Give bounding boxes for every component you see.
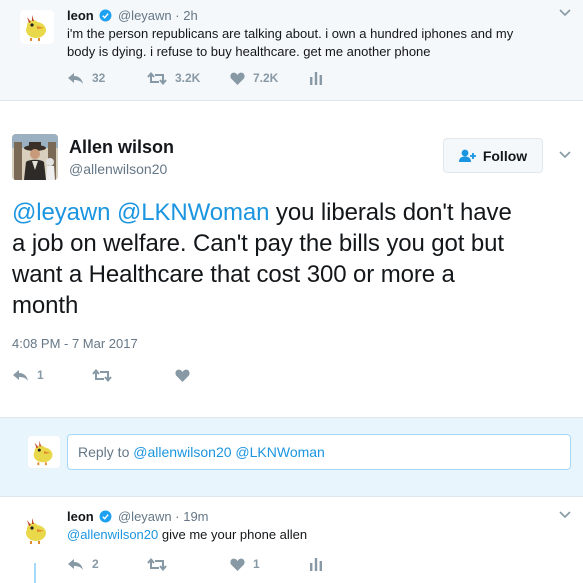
reply-button[interactable]: 2 [67,557,147,571]
tweet-text-line: a job on welfare. Can't pay the bills yo… [12,230,504,257]
reply-count: 1 [37,368,44,382]
main-tweet-actions: 1 [12,368,190,382]
author-name[interactable]: leon [67,8,94,23]
retweet-button[interactable] [92,368,175,382]
tweet-text-line: @leyawn @LKNWoman you liberals don't hav… [12,197,577,228]
bird-avatar-icon [20,10,54,44]
thread-line [34,563,36,583]
analytics-icon [310,71,322,85]
reply-icon [68,72,83,84]
parent-tweet-header: leon @leyawn · 2h [67,8,198,23]
author-handle[interactable]: @leyawn [118,8,172,23]
analytics-icon [310,557,322,571]
tweet-time[interactable]: · 19m [175,509,208,524]
follow-label: Follow [482,147,528,164]
like-button[interactable]: 7.2K [230,71,310,85]
analytics-button[interactable] [310,71,322,85]
reply-composer: Reply to @allenwilson20 @LKNWoman [0,417,583,497]
author-name[interactable]: Allen wilson [69,137,174,158]
reply-count: 2 [92,557,99,571]
author-handle[interactable]: @allenwilson20 [69,161,167,177]
retweet-button[interactable]: 3.2K [147,71,230,85]
retweet-icon [147,557,167,571]
reply-input[interactable]: Reply to @allenwilson20 @LKNWoman [67,434,571,470]
reply-icon [68,558,83,570]
follow-button[interactable]: Follow [443,138,543,173]
retweet-button[interactable] [147,557,230,571]
leon-avatar[interactable] [20,10,54,44]
tweet-time[interactable]: · 2h [175,8,197,23]
current-user-avatar [28,436,60,468]
bird-avatar-icon [28,436,60,468]
parent-tweet[interactable]: leon @leyawn · 2h i'm the person republi… [0,0,583,101]
like-count: 7.2K [253,71,279,85]
parent-tweet-text: i'm the person republicans are talking a… [67,25,577,61]
heart-icon [175,369,190,382]
tweet-text-line: i'm the person republicans are talking a… [67,26,514,41]
tweet-text-line: body is dying. i refuse to buy healthcar… [67,44,431,59]
reply-tweet[interactable]: leon @leyawn · 19m @allenwilson20 give m… [0,497,583,583]
like-button[interactable] [175,369,190,382]
reply-mentions: @allenwilson20 @LKNWoman [133,444,325,460]
retweet-icon [147,71,167,85]
add-user-icon [458,149,476,162]
heart-icon [230,72,245,85]
retweet-count: 3.2K [175,71,201,85]
reply-count: 32 [92,71,106,85]
allen-avatar[interactable] [12,134,58,180]
heart-icon [230,558,245,571]
mention-link[interactable]: @allenwilson20 [67,527,158,542]
like-button[interactable]: 1 [230,557,310,571]
main-tweet: Allen wilson @allenwilson20 Follow @leya… [0,101,583,417]
tweet-text-line: month [12,292,79,319]
verified-badge-icon [99,9,112,22]
verified-badge-icon [99,510,112,523]
leon-avatar[interactable] [20,513,54,547]
profile-photo-icon [12,134,58,180]
bird-avatar-icon [20,513,54,547]
analytics-button[interactable] [310,557,322,571]
reply-button[interactable]: 32 [67,71,147,85]
reply-icon [13,369,28,381]
chevron-down-icon[interactable] [559,511,571,519]
author-handle[interactable]: @leyawn [118,509,172,524]
reply-tweet-actions: 2 1 [67,557,322,571]
tweet-timestamp[interactable]: 4:08 PM - 7 Mar 2017 [12,336,138,351]
reply-placeholder: Reply to [78,444,134,460]
chevron-down-icon[interactable] [559,9,571,17]
like-count: 1 [253,557,260,571]
reply-button[interactable]: 1 [12,368,92,382]
mention-link[interactable]: @leyawn [12,199,110,226]
mention-link[interactable]: @LKNWoman [117,199,270,226]
main-tweet-text: @leyawn @LKNWoman you liberals don't hav… [12,197,577,321]
tweet-text-fragment: you liberals don't have [269,199,512,226]
author-name[interactable]: leon [67,509,94,524]
chevron-down-icon[interactable] [559,151,571,159]
parent-tweet-actions: 32 3.2K 7.2K [67,71,322,85]
tweet-text-line: want a Healthcare that cost 300 or more … [12,261,455,288]
retweet-icon [92,368,112,382]
tweet-text-fragment: give me your phone allen [158,527,308,542]
reply-tweet-text: @allenwilson20 give me your phone allen [67,526,307,544]
reply-tweet-header: leon @leyawn · 19m [67,509,209,524]
